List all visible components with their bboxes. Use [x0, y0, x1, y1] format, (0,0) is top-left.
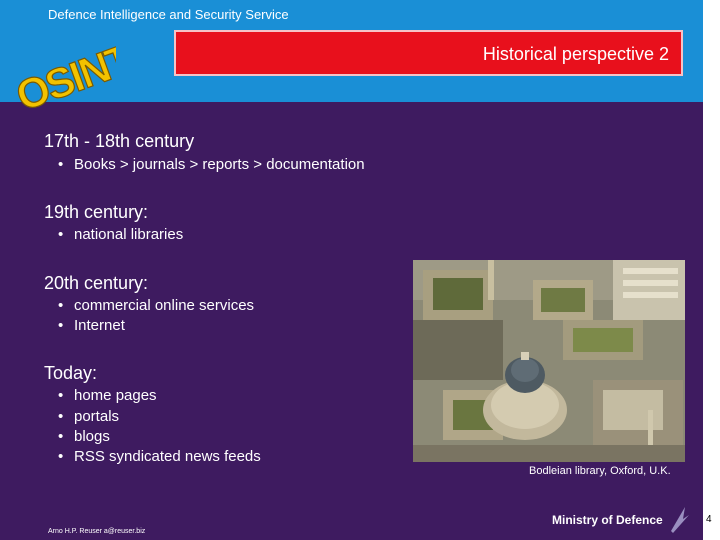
mod-emblem-icon — [671, 507, 689, 533]
bodleian-library-photo — [413, 260, 685, 462]
list-item: • national libraries — [58, 226, 184, 243]
organization-name: Defence Intelligence and Security Servic… — [48, 7, 289, 22]
list-item: • Internet — [58, 317, 125, 334]
title-box: Historical perspective 2 — [174, 30, 683, 76]
ministry-of-defence-label: Ministry of Defence — [552, 513, 663, 527]
osint-logo: OSINT — [9, 36, 116, 114]
section-heading-17th-18th: 17th - 18th century — [44, 131, 195, 151]
logo-text: OSINT — [10, 36, 116, 114]
list-item: • RSS syndicated news feeds — [58, 448, 261, 465]
list-item: • blogs — [58, 428, 110, 445]
section-heading-19th: 19th century: — [44, 202, 149, 222]
section-heading-20th: 20th century: — [44, 273, 149, 293]
page-number: 4 — [706, 514, 712, 525]
slide-title: Historical perspective 2 — [482, 44, 669, 64]
author-credit: Arno H.P. Reuser a@reuser.biz — [48, 528, 146, 535]
photo-caption: Bodleian library, Oxford, U.K. — [529, 465, 671, 477]
list-item: • commercial online services — [58, 297, 255, 314]
section-heading-today: Today: — [44, 363, 98, 383]
list-item: • Books > journals > reports > documentat… — [58, 156, 365, 173]
list-item: • home pages — [58, 387, 157, 404]
list-item: • portals — [58, 408, 120, 425]
right-margin-strip — [703, 0, 720, 540]
